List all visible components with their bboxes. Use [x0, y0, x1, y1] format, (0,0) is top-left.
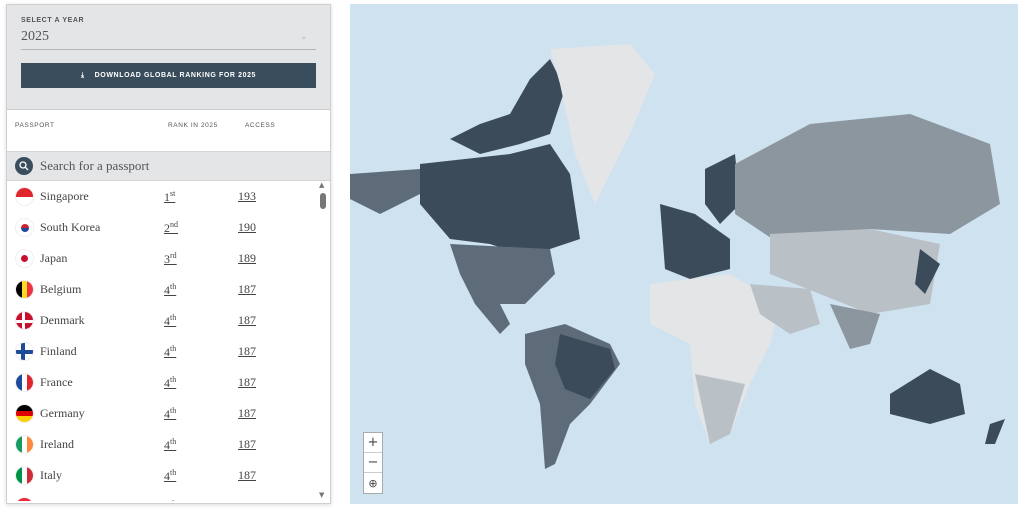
access-link[interactable]: 190: [238, 220, 256, 235]
flag-icon: [15, 373, 34, 392]
rank-suffix: nd: [170, 220, 178, 229]
flag-icon: [15, 342, 34, 361]
globe-reset-button[interactable]: ⊕: [364, 473, 382, 493]
passport-list: Singapore 1st 193 South Korea 2nd 190 Ja…: [7, 181, 330, 501]
scroll-thumb[interactable]: [320, 193, 326, 209]
passport-row[interactable]: Belgium 4th 187: [7, 274, 330, 305]
access-link[interactable]: 187: [238, 406, 256, 421]
rank-suffix: th: [170, 375, 176, 384]
country-name: Italy: [40, 468, 164, 483]
flag-icon: [15, 187, 34, 206]
table-header: PASSPORT RANK IN 2025 ACCESS: [7, 109, 330, 151]
passport-row[interactable]: Luxembourg 4th 187: [7, 491, 330, 501]
chevron-down-icon: ⌄: [300, 31, 308, 42]
year-select[interactable]: 2025 ⌄: [21, 24, 316, 50]
rank-link[interactable]: 4th: [164, 468, 238, 484]
passport-row[interactable]: Denmark 4th 187: [7, 305, 330, 336]
zoom-out-button[interactable]: −: [364, 453, 382, 473]
access-link[interactable]: 187: [238, 313, 256, 328]
australia[interactable]: [890, 369, 1005, 444]
world-map[interactable]: + − ⊕: [350, 4, 1018, 504]
access-link[interactable]: 187: [238, 282, 256, 297]
year-section: SELECT A YEAR 2025 ⌄ ⤓ DOWNLOAD GLOBAL RAN…: [7, 5, 330, 109]
zoom-in-button[interactable]: +: [364, 433, 382, 453]
rank-link[interactable]: 4th: [164, 344, 238, 360]
access-link[interactable]: 187: [238, 468, 256, 483]
rank-link[interactable]: 3rd: [164, 251, 238, 267]
rank-link[interactable]: 4th: [164, 406, 238, 422]
country-name: France: [40, 375, 164, 390]
access-link[interactable]: 193: [238, 189, 256, 204]
passport-row[interactable]: Ireland 4th 187: [7, 429, 330, 460]
country-name: Germany: [40, 406, 164, 421]
scroll-down-icon[interactable]: ▼: [319, 491, 324, 499]
rank-link[interactable]: 4th: [164, 437, 238, 453]
rank-suffix: th: [170, 406, 176, 415]
passport-row[interactable]: France 4th 187: [7, 367, 330, 398]
rank-suffix: th: [170, 437, 176, 446]
year-value: 2025: [21, 29, 49, 45]
rank-link[interactable]: 4th: [164, 313, 238, 329]
rank-link[interactable]: 1st: [164, 189, 238, 205]
col-rank: RANK IN 2025: [168, 122, 228, 151]
north-america[interactable]: [350, 44, 655, 334]
rank-suffix: th: [170, 313, 176, 322]
flag-icon: [15, 466, 34, 485]
download-label: DOWNLOAD GLOBAL RANKING FOR 2025: [95, 72, 256, 79]
download-icon: ⤓: [81, 72, 85, 80]
passport-row[interactable]: Germany 4th 187: [7, 398, 330, 429]
rank-link[interactable]: 4th: [164, 282, 238, 298]
access-link[interactable]: 187: [238, 375, 256, 390]
country-name: Belgium: [40, 282, 164, 297]
flag-icon: [15, 249, 34, 268]
access-link[interactable]: 187: [238, 437, 256, 452]
rank-link[interactable]: 4th: [164, 375, 238, 391]
rank-suffix: th: [170, 282, 176, 291]
col-access: ACCESS: [245, 122, 275, 151]
country-name: Luxembourg: [40, 499, 164, 501]
col-passport: PASSPORT: [15, 122, 168, 151]
passport-row[interactable]: South Korea 2nd 190: [7, 212, 330, 243]
passport-row[interactable]: Finland 4th 187: [7, 336, 330, 367]
country-name: South Korea: [40, 220, 164, 235]
scroll-up-icon[interactable]: ▲: [319, 181, 324, 189]
search-placeholder: Search for a passport: [40, 158, 149, 174]
flag-icon: [15, 404, 34, 423]
passport-row[interactable]: Italy 4th 187: [7, 460, 330, 491]
map-zoom-controls: + − ⊕: [363, 432, 383, 494]
rank-suffix: st: [170, 189, 175, 198]
flag-icon: [15, 218, 34, 237]
flag-icon: [15, 280, 34, 299]
country-name: Singapore: [40, 189, 164, 204]
flag-icon: [15, 311, 34, 330]
europe[interactable]: [660, 154, 740, 279]
south-america[interactable]: [525, 324, 620, 469]
rank-suffix: rd: [170, 251, 177, 260]
search-input[interactable]: Search for a passport: [7, 151, 330, 181]
country-name: Ireland: [40, 437, 164, 452]
rank-link[interactable]: 2nd: [164, 220, 238, 236]
passport-row[interactable]: Japan 3rd 189: [7, 243, 330, 274]
rank-suffix: th: [170, 344, 176, 353]
country-name: Denmark: [40, 313, 164, 328]
access-link[interactable]: 189: [238, 251, 256, 266]
download-ranking-button[interactable]: ⤓ DOWNLOAD GLOBAL RANKING FOR 2025: [21, 63, 316, 88]
flag-icon: [15, 497, 34, 501]
rank-link[interactable]: 4th: [164, 499, 238, 502]
country-name: Japan: [40, 251, 164, 266]
year-label: SELECT A YEAR: [21, 17, 316, 24]
rank-suffix: th: [170, 499, 176, 502]
access-link[interactable]: 187: [238, 344, 256, 359]
rank-suffix: th: [170, 468, 176, 477]
passport-row[interactable]: Singapore 1st 193: [7, 181, 330, 212]
flag-icon: [15, 435, 34, 454]
scrollbar[interactable]: ▲▼: [319, 181, 327, 501]
country-name: Finland: [40, 344, 164, 359]
ranking-panel: SELECT A YEAR 2025 ⌄ ⤓ DOWNLOAD GLOBAL RAN…: [6, 4, 331, 504]
search-icon: [15, 157, 33, 175]
access-link[interactable]: 187: [238, 499, 256, 501]
